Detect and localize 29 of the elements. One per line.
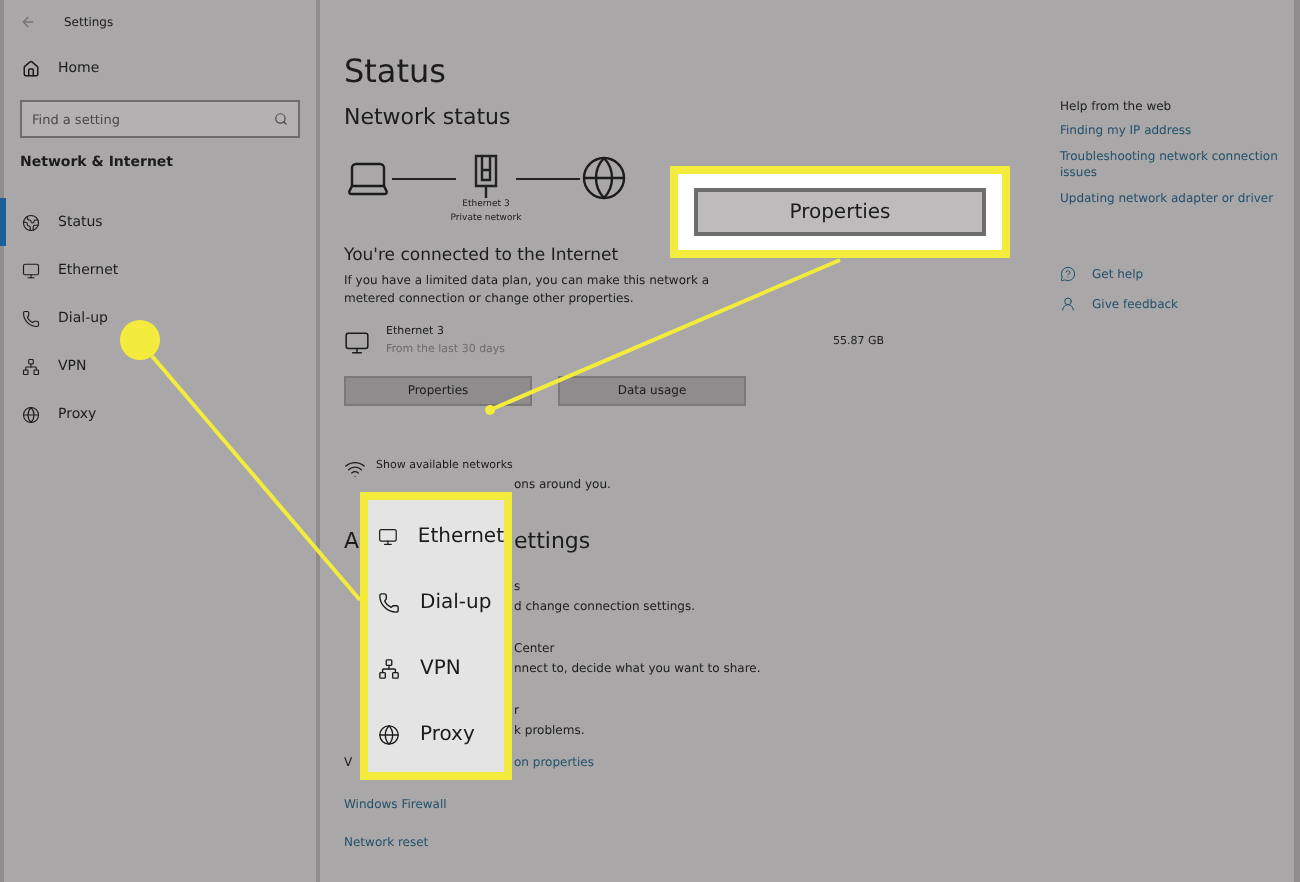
- network-icon: [22, 357, 40, 375]
- phone-icon: [22, 309, 40, 327]
- wifi-icon: [344, 458, 366, 480]
- menu-item[interactable]: Ethernet: [417, 526, 504, 548]
- menu-item[interactable]: Dial-up: [420, 592, 492, 614]
- phone-icon: [378, 592, 400, 614]
- globe-icon: [22, 405, 40, 423]
- home-icon: [22, 59, 40, 77]
- menu-item[interactable]: Proxy: [420, 724, 475, 746]
- connection-status: You're connected to the Internet: [344, 246, 621, 266]
- highlight-dot: [120, 320, 160, 360]
- globe-icon: [378, 724, 400, 746]
- globe-icon: [22, 213, 40, 231]
- network-icon: [378, 658, 400, 680]
- monitor-icon: [344, 329, 370, 355]
- ethernet-port-icon: [472, 154, 500, 198]
- page-title: Status: [344, 52, 448, 90]
- highlight-dot: [485, 405, 495, 415]
- section-heading: A: [344, 528, 360, 554]
- monitor-icon: [378, 526, 398, 548]
- monitor-icon: [22, 261, 40, 279]
- speech-bubble-icon: [1060, 266, 1076, 282]
- back-icon[interactable]: [20, 14, 36, 30]
- properties-button[interactable]: Properties: [694, 188, 986, 236]
- section-heading: ettings: [514, 528, 591, 556]
- menu-item[interactable]: VPN: [420, 658, 461, 680]
- person-icon: [1060, 296, 1076, 312]
- search-icon: [274, 112, 288, 126]
- section-heading: Network status: [344, 104, 513, 130]
